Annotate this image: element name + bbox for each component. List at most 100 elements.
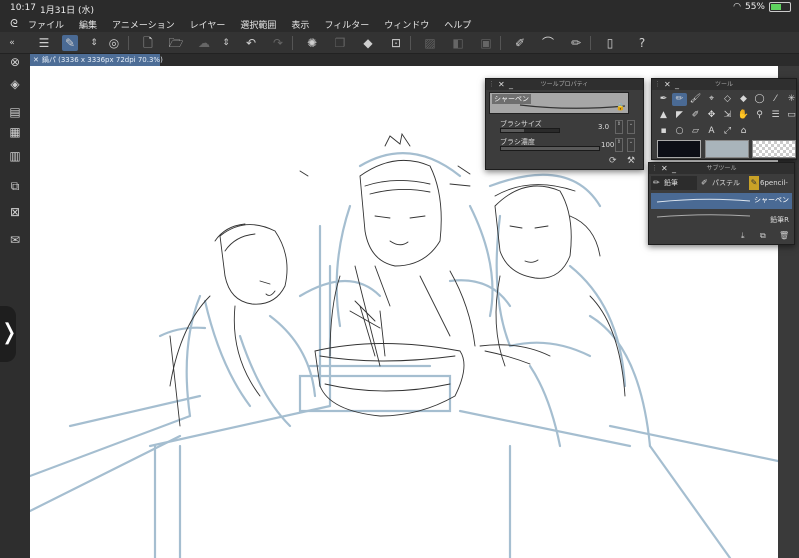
battery-fill <box>771 4 781 10</box>
brush-size-arrow-icon[interactable]: ⌄ <box>627 120 635 134</box>
brush-density-stepper[interactable]: ⇕ <box>615 138 623 152</box>
toolbar-divider <box>292 36 293 50</box>
menu-animation[interactable]: アニメーション <box>112 18 175 31</box>
layer-property-icon[interactable]: ⧉ <box>7 178 23 194</box>
brush-size-value[interactable]: 3.0 <box>598 123 609 131</box>
duplicate-icon[interactable]: ⧉ <box>760 231 766 241</box>
menu-filter[interactable]: フィルター <box>324 18 369 31</box>
menu-layer[interactable]: レイヤー <box>190 18 226 31</box>
quick-access-icon[interactable]: ◎ <box>106 35 122 51</box>
move-tool-icon[interactable]: ✥ <box>704 109 719 122</box>
status-date: 1月31日 (水) <box>40 6 95 16</box>
loading-icon[interactable]: ✺ <box>304 35 320 51</box>
history-icon[interactable]: ▥ <box>7 148 23 164</box>
sub-tool-item-selected[interactable]: シャーペン <box>651 193 792 209</box>
eraser-icon[interactable]: ✏ <box>568 35 584 51</box>
trash-icon[interactable]: 🗑 <box>779 231 789 240</box>
pencil-tool-icon[interactable]: ✏ <box>672 93 687 106</box>
eyedropper-tool-icon[interactable]: ⁄ <box>768 93 783 106</box>
text-tool-icon[interactable]: A <box>704 125 719 138</box>
brush-size-stepper[interactable]: ⇕ <box>615 120 623 134</box>
transform-icon[interactable]: ⊡ <box>388 35 404 51</box>
brush-size-slider[interactable] <box>500 128 560 133</box>
menu-help[interactable]: ヘルプ <box>444 18 471 31</box>
copy-icon[interactable]: ❐ <box>332 35 348 51</box>
battery-percent: 55% <box>744 2 765 12</box>
hand-tool-icon[interactable]: ✋ <box>736 109 751 122</box>
blend-tool-icon[interactable]: ▲ <box>656 109 671 122</box>
zoom-tool-icon[interactable]: ⚲ <box>752 109 767 122</box>
clear-selection-icon[interactable]: ▨ <box>422 35 438 51</box>
new-file-icon[interactable]: 🗋 <box>140 35 156 51</box>
ellipse-tool-icon[interactable]: ○ <box>672 125 687 138</box>
menu-view[interactable]: 表示 <box>291 18 309 31</box>
device-settings-icon[interactable]: ▯ <box>602 35 618 51</box>
stepper-2-icon[interactable]: ⇕ <box>218 35 234 51</box>
brush-density-slider[interactable] <box>500 146 600 151</box>
ruler-tool-icon[interactable]: ⤢ <box>720 125 735 138</box>
invert-selection-icon[interactable]: ◧ <box>450 35 466 51</box>
pen-tool-icon[interactable]: ✒ <box>656 93 671 106</box>
help-icon[interactable]: ? <box>634 35 650 51</box>
open-folder-icon[interactable]: 🗁 <box>168 35 184 51</box>
import-icon[interactable]: ⤓ <box>741 231 745 241</box>
close-icon[interactable]: ✕ <box>33 56 39 64</box>
menu-window[interactable]: ウィンドウ <box>384 18 429 31</box>
subtab-pastel[interactable]: ✐ パステル <box>699 176 745 190</box>
menu-edit[interactable]: 編集 <box>79 18 97 31</box>
transparent-color-swatch[interactable] <box>752 140 796 158</box>
redo-icon[interactable]: ↷ <box>270 35 286 51</box>
reset-icon[interactable]: ⟳ <box>609 156 617 166</box>
lasso-tool-icon[interactable]: ◯ <box>752 93 767 106</box>
search-layer-icon[interactable]: ⊠ <box>7 204 23 220</box>
subtab-pencil[interactable]: ✏ 鉛筆 <box>651 176 697 190</box>
layer-move-icon[interactable]: ☰ <box>768 109 783 122</box>
wrench-icon[interactable]: ⚒ <box>627 156 635 166</box>
color-set-icon[interactable]: ▦ <box>7 124 23 140</box>
fill-bucket-icon[interactable]: ◆ <box>360 35 376 51</box>
pen-ruler-icon[interactable]: ✐ <box>512 35 528 51</box>
operation-tool-icon[interactable]: ▭ <box>784 109 799 122</box>
subtab-6pencil[interactable]: ✎ 6pencil- <box>747 176 793 190</box>
sub-tool-header: ⋮ ✕ _ サブツール <box>649 163 794 174</box>
gradient-tool-icon[interactable]: ◤ <box>672 109 687 122</box>
undo-icon[interactable]: ↶ <box>243 35 259 51</box>
crop-icon[interactable]: ▣ <box>478 35 494 51</box>
pastel-icon: ✐ <box>701 178 708 187</box>
menu-file[interactable]: ファイル <box>28 18 64 31</box>
brush-density-value[interactable]: 100 <box>601 141 614 149</box>
figure-tool-icon[interactable]: ▪ <box>656 125 671 138</box>
layers-icon[interactable]: ◈ <box>7 76 23 92</box>
expand-panel-handle[interactable]: ❭ <box>0 306 18 362</box>
cloud-save-icon[interactable]: ☁ <box>196 35 212 51</box>
hamburger-menu-icon[interactable]: ☰ <box>36 35 52 51</box>
sub-tool-item[interactable]: 鉛筆R <box>651 210 792 226</box>
fill-tool-icon[interactable]: ✐ <box>688 109 703 122</box>
airbrush-tool-icon[interactable]: ⌖ <box>704 93 719 106</box>
collapse-left-icon[interactable]: « <box>4 35 20 51</box>
app-logo-icon[interactable]: ᘓ <box>0 17 28 31</box>
sub-color-swatch[interactable] <box>705 140 749 158</box>
brush-tool-icon[interactable]: 🖌 <box>688 93 703 106</box>
main-color-swatch[interactable] <box>657 140 701 158</box>
balloon-tool-icon[interactable]: ⌂ <box>736 125 751 138</box>
brush-icon[interactable]: ⌒ <box>540 35 556 51</box>
inbox-icon[interactable]: ✉ <box>7 232 23 248</box>
material-icon[interactable]: ▤ <box>7 104 23 120</box>
status-time: 10:17 <box>10 3 36 13</box>
stroke-preview <box>656 214 751 218</box>
stepper-icon[interactable]: ⇕ <box>86 35 102 51</box>
lock-icon[interactable]: 🔒 <box>616 103 625 111</box>
decoration-tool-icon[interactable]: ◆ <box>736 93 751 106</box>
navigator-icon[interactable]: ⊗ <box>7 54 23 70</box>
edit-layer-icon[interactable]: ✎ <box>62 35 78 51</box>
magic-wand-tool-icon[interactable]: ✳ <box>784 93 799 106</box>
toolbar-divider <box>128 36 129 50</box>
object-tool-icon[interactable]: ⇲ <box>720 109 735 122</box>
brush-preset-preview[interactable]: シャーペン 🔒 <box>489 92 629 114</box>
brush-density-arrow-icon[interactable]: ⌄ <box>627 138 635 152</box>
eraser-tool-icon[interactable]: ◇ <box>720 93 735 106</box>
document-tab[interactable]: ✕ 鍋パ (3336 x 3336px 72dpi 70.3%) <box>30 54 163 66</box>
menu-selection[interactable]: 選択範囲 <box>240 18 276 31</box>
frame-tool-icon[interactable]: ▱ <box>688 125 703 138</box>
